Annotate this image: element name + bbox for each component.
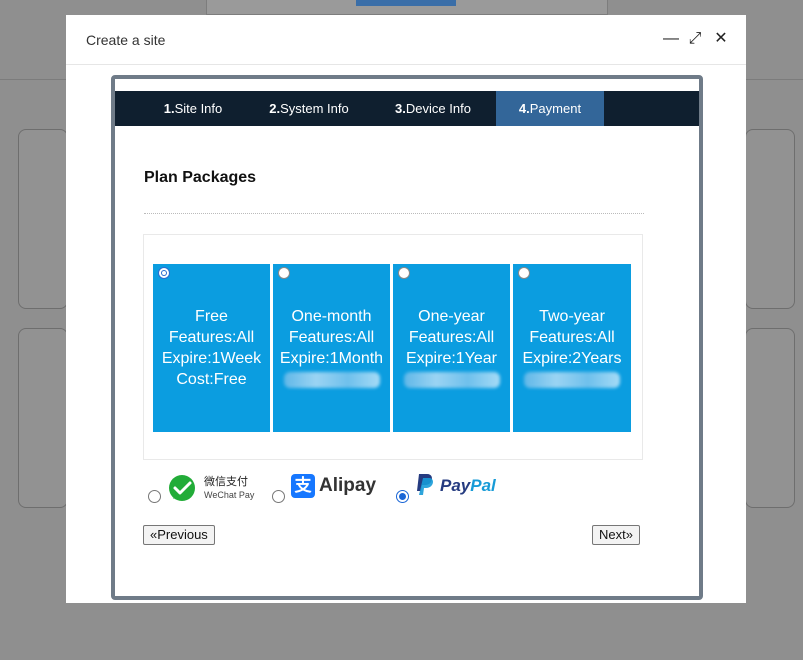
wechat-pay-label: 微信支付 WeChat Pay (204, 476, 255, 500)
plan-features: Features:All (408, 329, 495, 346)
plan-card-free[interactable]: Free Features:All Expire:1Week Cost:Free (153, 264, 270, 432)
plan-radio[interactable] (278, 267, 290, 279)
alipay-label: Alipay (319, 475, 377, 496)
paypal-radio[interactable] (396, 490, 409, 503)
wechat-pay-radio[interactable] (148, 490, 161, 503)
blurred-price (403, 372, 500, 388)
blurred-price (524, 372, 620, 388)
step-site-info[interactable]: 1.Site Info (143, 91, 243, 126)
close-icon[interactable]: ✕ (712, 29, 730, 49)
background-button (356, 0, 456, 6)
plan-card-one-month[interactable]: One-month Features:All Expire:1Month (273, 264, 390, 432)
plan-packages: Free Features:All Expire:1Week Cost:Free… (143, 234, 643, 460)
background-card (745, 328, 795, 508)
previous-button[interactable]: «Previous (143, 525, 215, 545)
background-card (745, 129, 795, 309)
step-payment[interactable]: 4.Payment (496, 91, 604, 126)
dialog-header: Create a site — ⤢ ✕ (66, 15, 746, 65)
maximize-icon[interactable]: ⤢ (686, 29, 704, 49)
plan-features: Features:All (529, 329, 615, 346)
step-system-info[interactable]: 2.System Info (255, 91, 363, 126)
plan-features: Features:All (168, 329, 255, 346)
background-card (18, 328, 68, 508)
wechat-pay-icon (169, 475, 195, 501)
divider (144, 213, 644, 214)
plan-expire: Expire:1Year (405, 350, 498, 367)
alipay-icon: 支 (291, 474, 315, 498)
paypal-label: PayPal (440, 476, 496, 495)
plan-name: One-month (291, 308, 372, 325)
plan-expire: Expire:2Years (522, 350, 622, 367)
plan-radio[interactable] (398, 267, 410, 279)
plan-cost: Cost:Free (176, 371, 247, 388)
plan-radio[interactable] (158, 267, 170, 279)
plan-card-one-year[interactable]: One-year Features:All Expire:1Year (393, 264, 510, 432)
plan-radio[interactable] (518, 267, 530, 279)
blurred-price (283, 372, 380, 388)
background-card (18, 129, 68, 309)
plan-name: Free (195, 308, 228, 325)
plan-name: Two-year (539, 308, 605, 325)
alipay-radio[interactable] (272, 490, 285, 503)
section-title: Plan Packages (144, 169, 257, 186)
paypal-icon (417, 474, 433, 495)
wizard-steps: 1.Site Info 2.System Info 3.Device Info … (115, 91, 699, 126)
plan-card-two-year[interactable]: Two-year Features:All Expire:2Years (513, 264, 631, 432)
step-device-info[interactable]: 3.Device Info (379, 91, 487, 126)
dialog-title: Create a site (86, 32, 166, 48)
wizard-frame: 1.Site Info 2.System Info 3.Device Info … (111, 75, 703, 600)
next-button[interactable]: Next» (592, 525, 640, 545)
plan-expire: Expire:1Month (279, 350, 384, 367)
plan-expire: Expire:1Week (161, 350, 262, 367)
payment-methods: 微信支付 WeChat Pay 支 Alipay PayPal (143, 469, 643, 509)
create-site-dialog: Create a site — ⤢ ✕ 1.Site Info 2.System… (66, 15, 746, 603)
plan-features: Features:All (288, 329, 375, 346)
minimize-icon[interactable]: — (662, 29, 680, 49)
plan-name: One-year (418, 308, 485, 325)
